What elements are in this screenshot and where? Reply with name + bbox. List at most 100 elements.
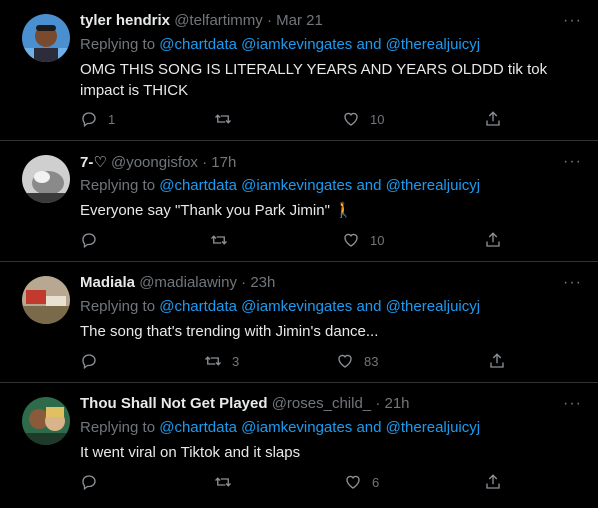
more-icon[interactable]: ··· (563, 395, 582, 413)
like-button[interactable]: 10 (342, 231, 384, 249)
replying-to-label: Replying to (80, 36, 156, 53)
more-icon[interactable]: ··· (563, 153, 582, 171)
share-icon (486, 111, 500, 126)
tweet[interactable]: tyler hendrix @telfartimmy · Mar 21 ··· … (0, 0, 598, 141)
mention-and: and (356, 298, 382, 315)
display-name[interactable]: Madiala (80, 274, 135, 291)
mention-link[interactable]: @chartdata (159, 177, 237, 194)
reply-button[interactable] (80, 473, 108, 491)
replying-to: Replying to @chartdata @iamkevingates an… (80, 177, 480, 194)
mention-link[interactable]: @iamkevingates (241, 419, 352, 436)
mention-link[interactable]: @iamkevingates (241, 177, 352, 194)
tweet-actions: 10 (80, 231, 520, 251)
mention-link[interactable]: @therealjuicyj (386, 298, 480, 315)
share-icon (486, 232, 500, 247)
mention-link[interactable]: @therealjuicyj (386, 419, 480, 436)
heart-icon (338, 354, 352, 368)
mention-link[interactable]: @chartdata (159, 298, 237, 315)
separator-dot: · (375, 395, 381, 412)
replying-to-label: Replying to (80, 419, 156, 436)
reply-icon (82, 475, 96, 491)
like-button[interactable]: 83 (336, 352, 378, 370)
share-button[interactable] (484, 110, 502, 128)
more-icon[interactable]: ··· (563, 12, 582, 30)
mention-link[interactable]: @chartdata (159, 419, 237, 436)
tweet[interactable]: Thou Shall Not Get Played @roses_child_ … (0, 383, 598, 508)
retweet-icon (211, 235, 227, 245)
mention-link[interactable]: @iamkevingates (241, 298, 352, 315)
reply-icon (82, 233, 96, 249)
user-handle[interactable]: @telfartimmy (174, 12, 263, 29)
retweet-button[interactable]: 3 (204, 352, 239, 370)
tweet[interactable]: Madiala @madialawiny · 23h ··· Replying … (0, 262, 598, 383)
mention-link[interactable]: @therealjuicyj (386, 177, 480, 194)
mention-link[interactable]: @iamkevingates (241, 36, 352, 53)
reply-icon (82, 354, 96, 370)
timestamp[interactable]: 23h (250, 274, 275, 291)
like-button[interactable]: 6 (344, 473, 379, 491)
mention-and: and (356, 177, 382, 194)
retweet-button[interactable] (210, 231, 238, 249)
share-button[interactable] (488, 352, 506, 370)
tweet-header: tyler hendrix @telfartimmy · Mar 21 (80, 12, 323, 29)
tweet-text: OMG THIS SONG IS LITERALLY YEARS AND YEA… (80, 61, 548, 99)
mention-and: and (356, 419, 382, 436)
share-button[interactable] (484, 231, 502, 249)
reply-button[interactable] (80, 231, 108, 249)
retweet-icon (205, 356, 221, 366)
heart-icon (344, 112, 358, 126)
separator-dot: · (241, 274, 247, 291)
like-count: 10 (370, 111, 385, 127)
replying-to-label: Replying to (80, 177, 156, 194)
more-icon[interactable]: ··· (563, 274, 582, 292)
share-icon (486, 474, 500, 489)
tweet-text: The song that's trending with Jimin's da… (80, 323, 379, 340)
tweet-text: It went viral on Tiktok and it slaps (80, 444, 301, 461)
tweet-actions: 6 (80, 473, 520, 493)
tweet-text: Everyone say "Thank you Park Jimin" 🚶 (80, 202, 353, 219)
replying-to: Replying to @chartdata @iamkevingates an… (80, 36, 480, 53)
like-count: 83 (364, 353, 379, 369)
avatar[interactable] (22, 397, 70, 445)
share-button[interactable] (484, 473, 502, 491)
display-name[interactable]: tyler hendrix (80, 12, 170, 29)
retweet-count: 3 (232, 353, 240, 369)
tweet-header: 7-♡ @yoongisfox · 17h (80, 153, 236, 171)
mention-and: and (356, 36, 382, 53)
replying-to: Replying to @chartdata @iamkevingates an… (80, 419, 480, 436)
timestamp[interactable]: Mar 21 (276, 12, 323, 29)
reply-count: 1 (108, 111, 116, 127)
mention-link[interactable]: @chartdata (159, 36, 237, 53)
display-name[interactable]: 7-♡ (80, 154, 107, 171)
like-button[interactable]: 10 (342, 110, 384, 128)
user-handle[interactable]: @madialawiny (139, 274, 237, 291)
tweet[interactable]: 7-♡ @yoongisfox · 17h ··· Replying to @c… (0, 141, 598, 262)
avatar[interactable] (22, 276, 70, 324)
like-count: 6 (372, 474, 380, 490)
tweet-actions: 3 83 (80, 352, 520, 372)
avatar[interactable] (22, 155, 70, 203)
timestamp[interactable]: 21h (385, 395, 410, 412)
heart-icon (344, 233, 358, 247)
timestamp[interactable]: 17h (211, 154, 236, 171)
user-handle[interactable]: @yoongisfox (111, 154, 198, 171)
tweet-header: Thou Shall Not Get Played @roses_child_ … (80, 395, 410, 412)
replying-to-label: Replying to (80, 298, 156, 315)
replying-to: Replying to @chartdata @iamkevingates an… (80, 298, 480, 315)
like-count: 10 (370, 232, 385, 248)
user-handle[interactable]: @roses_child_ (272, 395, 371, 412)
heart-icon (346, 475, 360, 489)
separator-dot: · (266, 12, 272, 29)
avatar[interactable] (22, 14, 70, 62)
retweet-icon (215, 477, 231, 487)
tweet-header: Madiala @madialawiny · 23h (80, 274, 275, 291)
mention-link[interactable]: @therealjuicyj (386, 36, 480, 53)
display-name[interactable]: Thou Shall Not Get Played (80, 395, 268, 412)
reply-icon (82, 112, 96, 128)
retweet-icon (215, 114, 231, 124)
retweet-button[interactable] (214, 473, 242, 491)
reply-button[interactable] (80, 352, 108, 370)
reply-button[interactable]: 1 (80, 110, 115, 128)
share-icon (490, 353, 504, 368)
retweet-button[interactable] (214, 110, 242, 128)
